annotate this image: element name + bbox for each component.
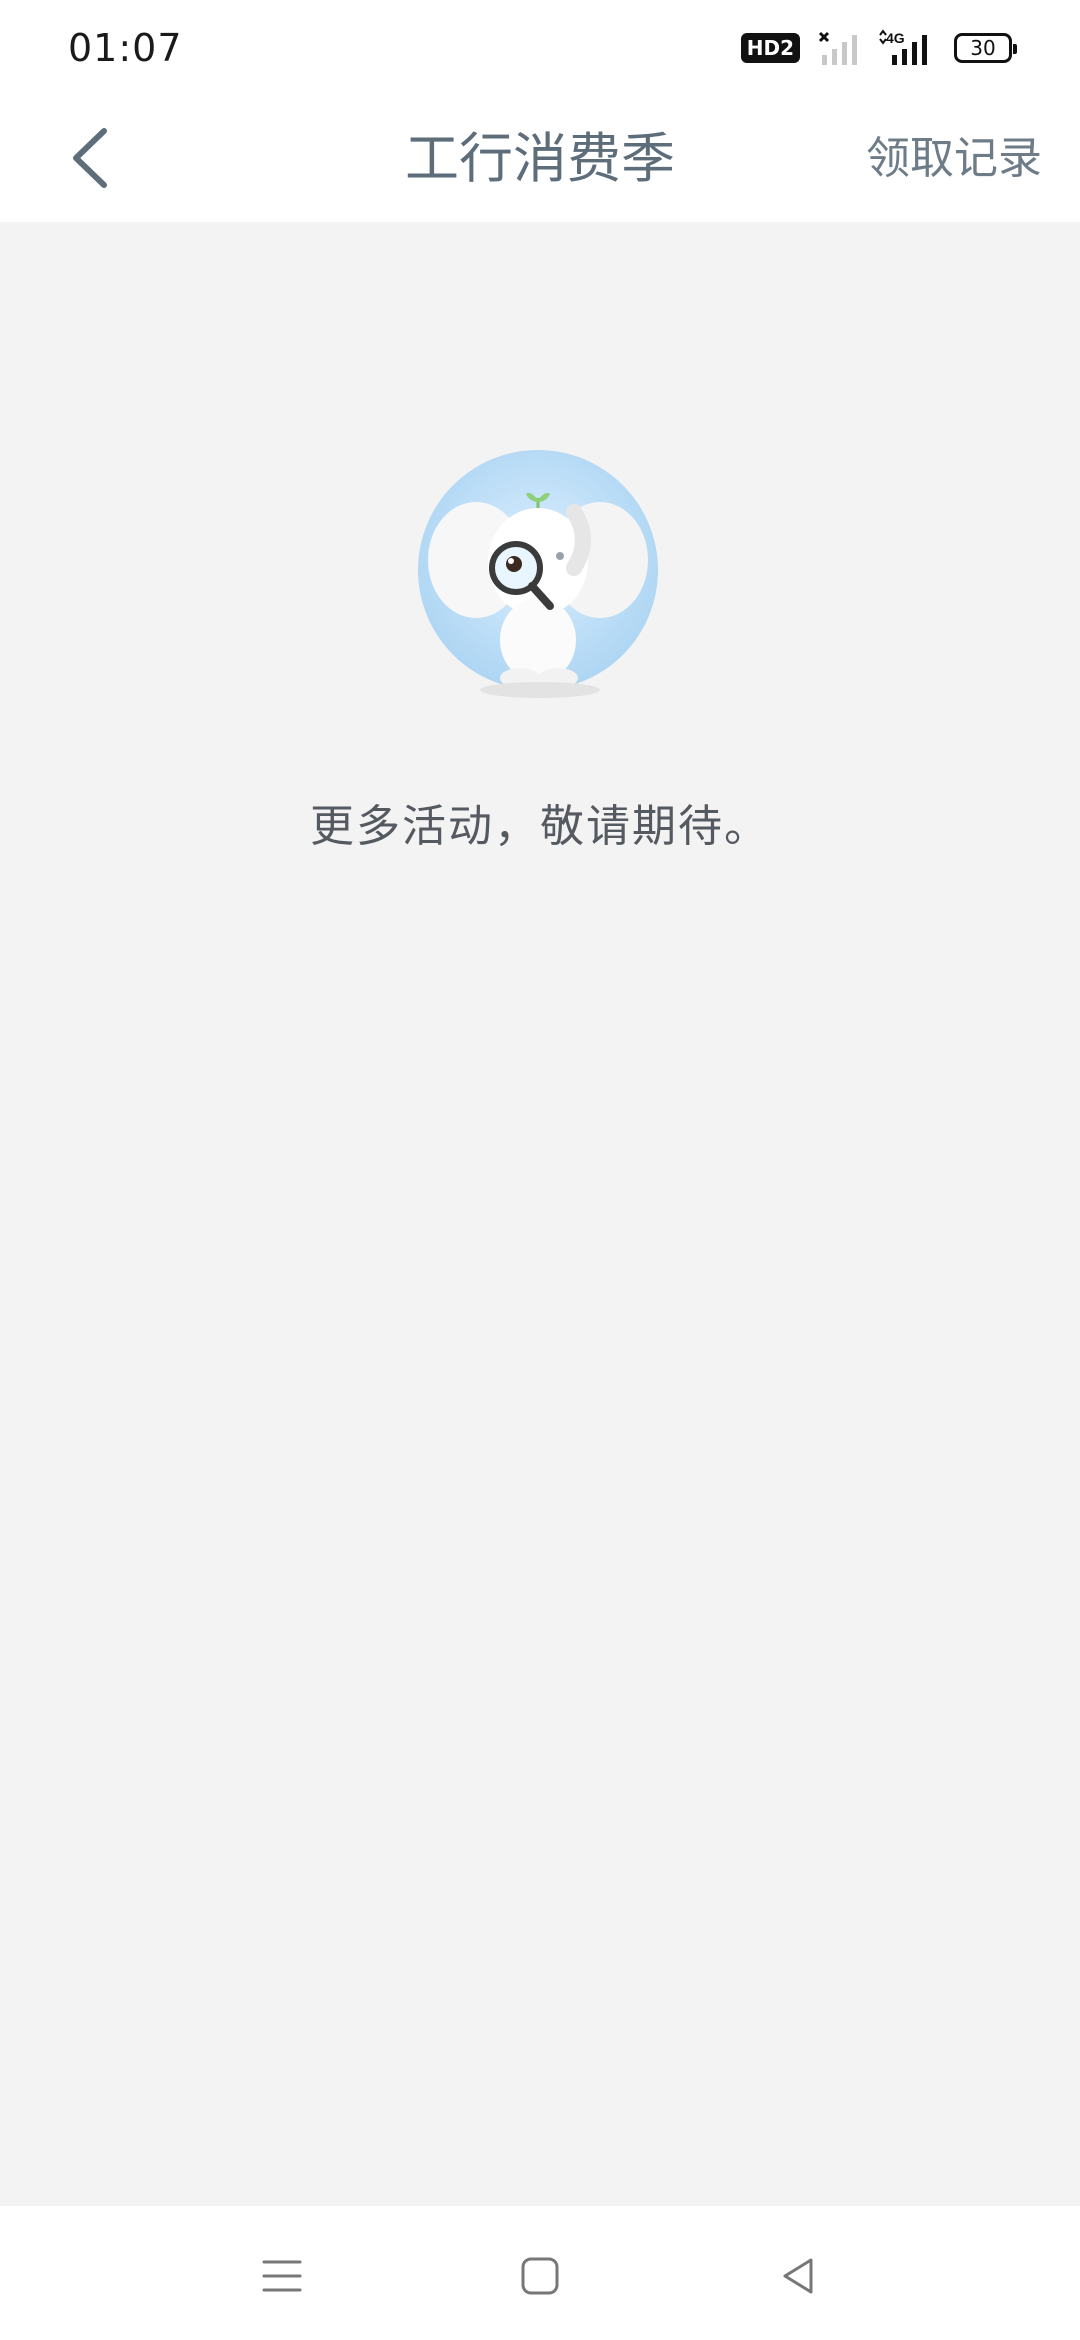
claim-records-button[interactable]: 领取记录 — [866, 96, 1042, 222]
home-button[interactable] — [500, 2236, 580, 2316]
page-root: 01:07 HD2 4G 30 工行消费季 领取记录 更多活动，敬请期待。 — [0, 0, 1080, 2340]
system-back-button[interactable] — [758, 2236, 838, 2316]
elephant-magnifier-illustration — [414, 450, 666, 702]
battery-icon: 30 — [954, 33, 1017, 63]
empty-state-message: 更多活动，敬请期待。 — [310, 801, 770, 852]
menu-icon — [262, 2260, 302, 2292]
svg-text:4G: 4G — [886, 30, 905, 46]
nav-bar: 工行消费季 领取记录 — [0, 96, 1080, 222]
back-triangle-icon — [783, 2258, 813, 2294]
hd-icon: HD2 — [740, 33, 800, 63]
status-time: 01:07 — [68, 26, 183, 70]
battery-level: 30 — [970, 36, 996, 60]
signal-4g-icon: 4G — [879, 29, 927, 65]
home-icon — [521, 2257, 559, 2295]
menu-button[interactable] — [242, 2236, 322, 2316]
no-signal-icon — [818, 31, 857, 65]
system-nav-bar — [0, 2206, 1080, 2340]
status-bar: 01:07 HD2 4G 30 — [0, 0, 1080, 96]
chevron-left-icon — [73, 128, 107, 188]
status-icons: HD2 4G 30 — [740, 29, 1017, 67]
back-button[interactable] — [50, 118, 130, 198]
